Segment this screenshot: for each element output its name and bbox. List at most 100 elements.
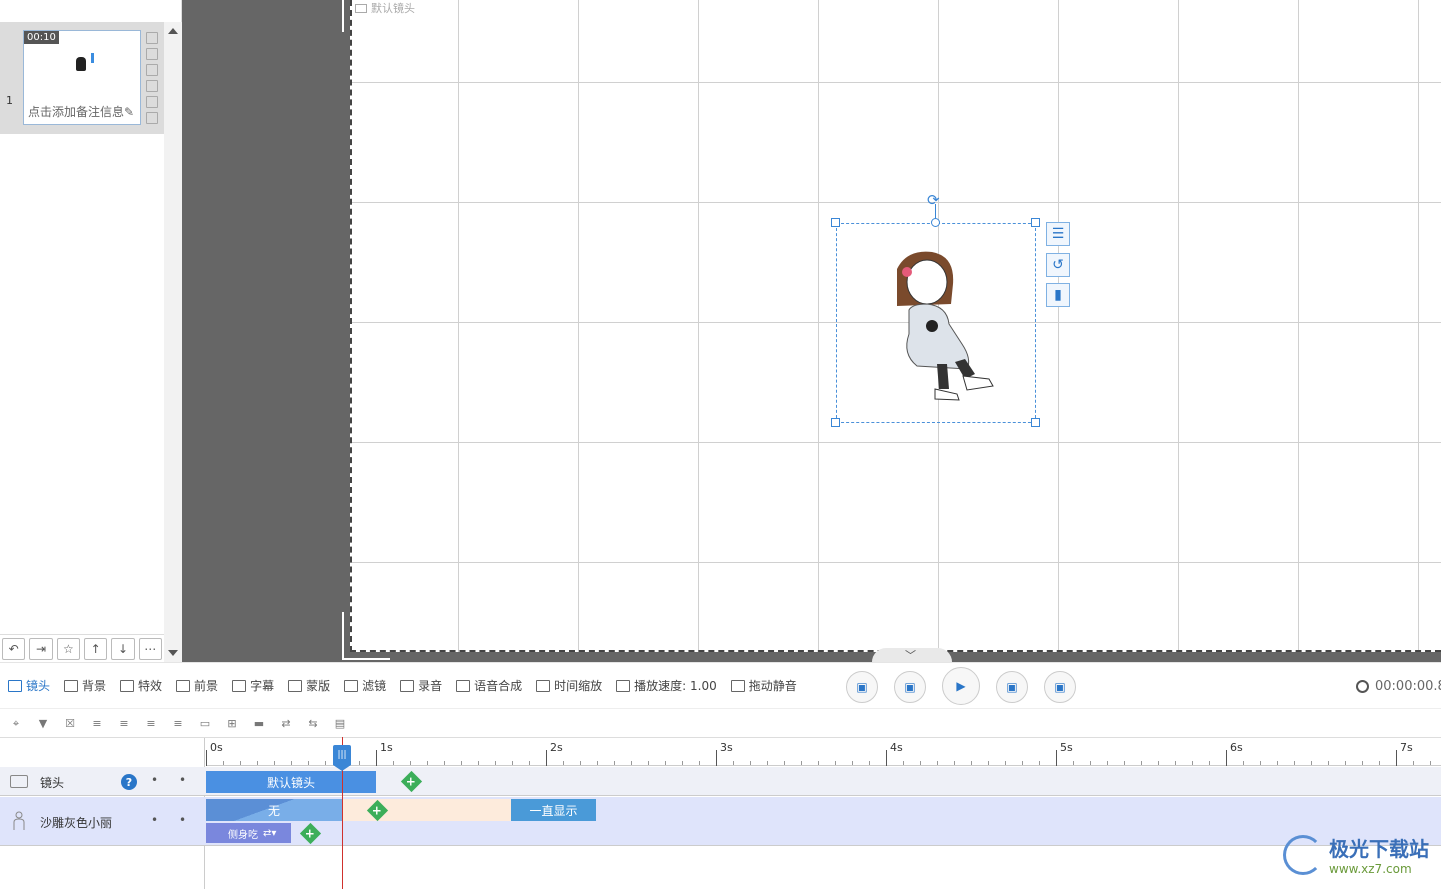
foreground-icon xyxy=(176,679,191,692)
export-icon[interactable]: ⇥ xyxy=(29,638,53,660)
watermark: 极光下载站 www.xz7.com xyxy=(1283,833,1429,876)
action-clip[interactable]: 侧身吃 ⇄▾ xyxy=(206,823,291,843)
chevron-down-icon[interactable]: ﹀ xyxy=(905,647,916,663)
resize-handle[interactable] xyxy=(831,418,840,427)
effects-icon xyxy=(120,679,135,692)
arrow-up-icon[interactable]: ↑ xyxy=(83,638,108,660)
notes-icon[interactable]: ▤ xyxy=(332,717,348,731)
bar-align-icon[interactable]: ▬ xyxy=(251,717,267,731)
track-name: 沙雕灰色小丽 xyxy=(40,816,113,830)
tab-speed[interactable]: 播放速度: 1.00 xyxy=(616,677,717,694)
play-from-start-icon[interactable]: ▣ xyxy=(846,671,878,703)
time-value: 00:00:00.8 xyxy=(1375,679,1441,694)
playback-controls: ▣ ▣ ▶ ▣ ▣ xyxy=(846,667,1076,705)
arrow-down-icon[interactable]: ↓ xyxy=(111,638,135,660)
camera-frame-corner xyxy=(342,0,346,32)
main-toolbar: 镜头 背景 特效 前景 字幕 蒙版 滤镜 录音 语音合成 时间缩放 播放速度: 1.00 拖动静音 ▣… xyxy=(0,662,1441,708)
tab-microphone[interactable]: 录音 xyxy=(400,677,442,694)
lock-dot[interactable]: • xyxy=(179,813,186,827)
visibility-dot[interactable]: • xyxy=(151,813,158,827)
target-icon[interactable]: ⌖ xyxy=(8,717,24,731)
time-ruler[interactable]: 0s 1s 2s 3s 4s 5s 6s 7s xyxy=(206,738,1441,766)
export-icon[interactable] xyxy=(146,64,158,76)
slide-note[interactable]: 点击添加备注信息✎ xyxy=(28,103,134,120)
tick-mark xyxy=(206,750,207,766)
filter-icon[interactable]: ▼ xyxy=(35,717,51,731)
duplicate-icon[interactable] xyxy=(146,80,158,92)
star-icon[interactable] xyxy=(146,96,158,108)
playhead-tip xyxy=(333,765,351,771)
play-clip-icon[interactable]: ▣ xyxy=(996,671,1028,703)
camera-track[interactable]: 镜头 ? • • 默认镜头 + xyxy=(0,767,1441,796)
camera-icon xyxy=(10,775,28,788)
tab-filter[interactable]: 滤镜 xyxy=(344,677,386,694)
add-action-icon[interactable]: + xyxy=(299,822,322,845)
camera-clip[interactable]: 默认镜头 xyxy=(206,771,376,793)
tab-label: 前景 xyxy=(194,679,219,693)
edit-icon[interactable]: ✎ xyxy=(124,105,134,119)
preview-frame-icon[interactable]: ▣ xyxy=(894,671,926,703)
tick-mark xyxy=(1056,750,1057,766)
lock-dot[interactable]: • xyxy=(179,773,186,787)
slide-scrollbar[interactable] xyxy=(164,22,182,662)
resize-handle[interactable] xyxy=(831,218,840,227)
scroll-up-icon[interactable] xyxy=(168,28,178,34)
tab-background[interactable]: 背景 xyxy=(64,677,106,694)
play-end-icon[interactable]: ▣ xyxy=(1044,671,1076,703)
tab-subtitle[interactable]: 字幕 xyxy=(232,677,274,694)
tab-mask[interactable]: 蒙版 xyxy=(288,677,330,694)
align-icon[interactable]: ☰ xyxy=(1046,222,1070,246)
more-icon[interactable]: ⋯ xyxy=(138,638,162,660)
background-icon xyxy=(64,679,79,692)
resize-handle[interactable] xyxy=(1031,418,1040,427)
playhead-handle[interactable]: ||| xyxy=(333,745,351,765)
stack-icon[interactable]: ⇄ xyxy=(278,717,294,731)
distribute-icon[interactable]: ≡ xyxy=(170,717,186,731)
trash-icon[interactable] xyxy=(146,48,158,60)
copy-icon[interactable] xyxy=(146,32,158,44)
swap-icon[interactable]: ⇆ xyxy=(305,717,321,731)
character-figure[interactable] xyxy=(837,224,1037,424)
spacing-icon[interactable]: ⊞ xyxy=(224,717,240,731)
tab-foreground[interactable]: 前景 xyxy=(176,677,218,694)
add-camera-keyframe-icon[interactable]: + xyxy=(400,770,423,793)
entry-effect-clip[interactable]: 无 xyxy=(206,799,342,821)
visibility-dot[interactable]: • xyxy=(151,773,158,787)
stretch-icon[interactable]: ▭ xyxy=(197,717,213,731)
sound-icon[interactable] xyxy=(146,112,158,124)
slide-note-text: 点击添加备注信息 xyxy=(28,105,125,119)
tab-time-scale[interactable]: 时间缩放 xyxy=(536,677,602,694)
selection-box[interactable] xyxy=(836,223,1036,423)
play-icon[interactable]: ▶ xyxy=(942,667,980,705)
camera-label-text: 默认镜头 xyxy=(371,2,415,15)
mute-icon xyxy=(730,679,745,692)
tab-label: 背景 xyxy=(82,679,107,693)
slide-toolbar: ↶ ⇥ ☆ ↑ ↓ ⋯ xyxy=(0,634,164,662)
tab-label: 时间缩放 xyxy=(554,679,603,693)
replace-icon[interactable]: ↺ xyxy=(1046,253,1070,277)
resize-handle[interactable] xyxy=(1031,218,1040,227)
tab-tts[interactable]: 语音合成 xyxy=(456,677,522,694)
slide-number: 1 xyxy=(6,94,13,107)
align-left-icon[interactable]: ≡ xyxy=(89,717,105,731)
character-track[interactable]: 沙雕灰色小丽 • • 无 + 一直显示 侧身吃 ⇄▾ + xyxy=(0,797,1441,846)
help-icon[interactable]: ? xyxy=(121,774,137,790)
clear-filter-icon[interactable]: ☒ xyxy=(62,717,78,731)
tick-label: 3s xyxy=(720,741,733,754)
delete-icon[interactable]: ▮ xyxy=(1046,283,1070,307)
tab-effects[interactable]: 特效 xyxy=(120,677,162,694)
slide-item[interactable]: 1 00:10 点击添加备注信息✎ xyxy=(0,22,164,134)
exit-effect-clip[interactable]: 一直显示 xyxy=(511,799,596,821)
tab-mute[interactable]: 拖动静音 xyxy=(730,677,797,694)
scroll-down-icon[interactable] xyxy=(168,650,178,656)
person-icon xyxy=(13,811,25,830)
tab-camera[interactable]: 镜头 xyxy=(8,677,50,694)
resize-handle[interactable] xyxy=(931,218,940,227)
align-center-icon[interactable]: ≡ xyxy=(116,717,132,731)
swap-icon[interactable]: ⇄▾ xyxy=(263,828,276,839)
star-icon[interactable]: ☆ xyxy=(56,638,80,660)
align-right-icon[interactable]: ≡ xyxy=(143,717,159,731)
rotate-icon[interactable]: ⟳ xyxy=(927,191,940,209)
slide-thumbnail[interactable]: 00:10 点击添加备注信息✎ xyxy=(23,30,141,125)
undo-icon[interactable]: ↶ xyxy=(2,638,26,660)
